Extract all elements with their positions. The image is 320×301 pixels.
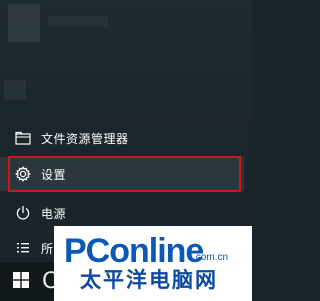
highlight-box	[8, 156, 241, 192]
blurred-tile	[8, 4, 40, 42]
power-icon	[12, 205, 34, 221]
start-button[interactable]	[6, 268, 36, 296]
watermark: PConline .com.cn 太平洋电脑网	[54, 226, 252, 301]
watermark-domain: .com.cn	[193, 252, 229, 263]
folder-icon	[12, 131, 34, 145]
menu-item-power[interactable]: 电源	[0, 196, 244, 230]
list-icon	[12, 241, 34, 255]
menu-item-label: 文件资源管理器	[41, 131, 129, 146]
watermark-chinese: 太平洋电脑网	[80, 268, 218, 292]
menu-item-file-explorer[interactable]: 文件资源管理器	[0, 121, 244, 155]
watermark-brand-pc: PC	[64, 232, 110, 270]
menu-item-label: 电源	[41, 206, 67, 221]
blurred-tile	[4, 80, 26, 100]
menu-item-label: 所	[41, 241, 54, 256]
watermark-brand-online: online	[109, 232, 204, 270]
windows-logo-icon	[13, 272, 29, 292]
blurred-tile	[48, 16, 108, 26]
watermark-logo: PConline	[64, 232, 204, 270]
